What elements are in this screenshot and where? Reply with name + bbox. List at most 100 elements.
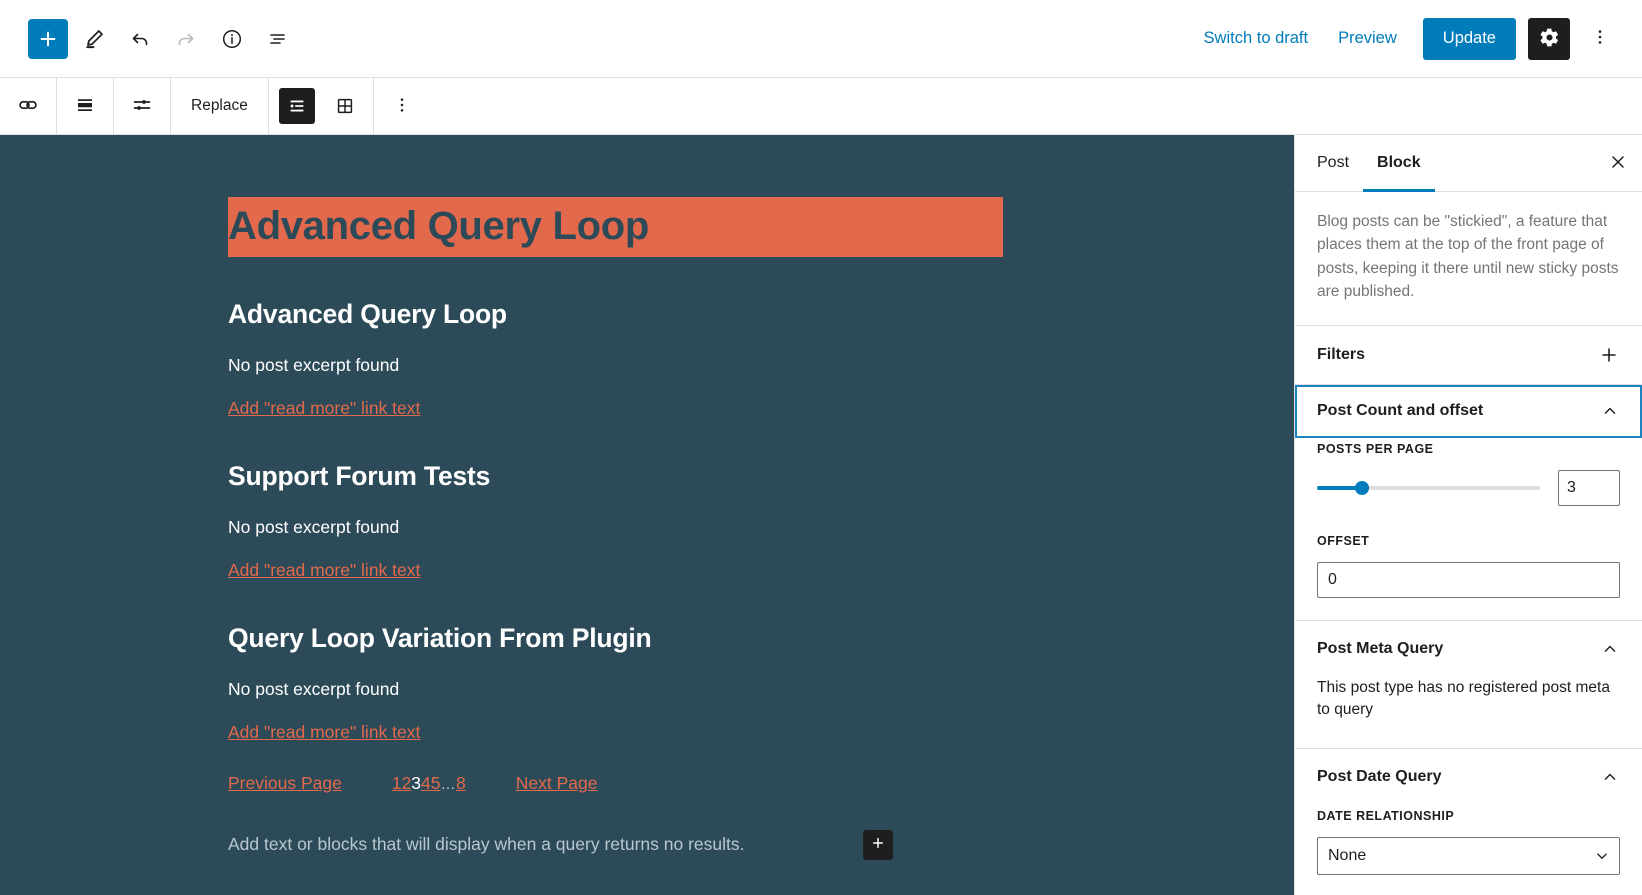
post-title-text: Advanced Query Loop [228,204,650,248]
posts-per-page-label: POSTS PER PAGE [1317,442,1434,456]
post-item-excerpt: No post excerpt found [228,355,400,376]
alignment-group [57,78,114,134]
tab-post[interactable]: Post [1303,135,1363,191]
tools-pencil-button[interactable] [74,19,114,59]
sticky-posts-help-text: Blog posts can be "stickied", a feature … [1295,192,1642,326]
sidebar-tabs: Post Block [1295,135,1642,192]
post-item-title[interactable]: Advanced Query Loop [228,299,1254,329]
list-layout-button[interactable] [273,78,321,134]
panel-filters-title: Filters [1317,346,1366,363]
list-view-icon [266,27,290,51]
query-pagination: Previous Page 1 2 3 4 5 … 8 Next Page [228,773,1254,794]
align-icon [73,93,97,120]
posts-per-page-row [1317,470,1620,506]
pagination-page-current: 3 [411,772,422,793]
post-title[interactable]: Advanced Query Loop [228,197,1003,257]
editor-options-button[interactable] [1580,19,1620,59]
panel-post-meta-query: Post Meta Query This post type has no re… [1295,621,1642,749]
post-item-title[interactable]: Query Loop Variation From Plugin [228,623,1254,653]
query-loop-item: Support Forum Tests No post excerpt foun… [228,461,1254,581]
read-more-link[interactable]: Add "read more" link text [228,560,420,581]
document-details-button[interactable] [212,19,252,59]
switch-to-draft-button[interactable]: Switch to draft [1192,21,1321,56]
align-button[interactable] [61,78,109,134]
pagination-ellipsis: … [440,775,456,793]
replace-button[interactable]: Replace [175,78,264,134]
query-loop-block-icon [15,92,41,121]
chevron-up-icon [1600,639,1620,659]
chevron-up-icon [1600,401,1620,421]
posts-per-page-slider[interactable] [1317,481,1540,495]
editor-canvas[interactable]: Advanced Query Loop Advanced Query Loop … [0,135,1294,895]
undo-button[interactable] [120,19,160,59]
tab-block[interactable]: Block [1363,135,1435,192]
close-sidebar-button[interactable] [1594,135,1642,191]
close-x-icon [1608,152,1628,175]
query-loop-item: Query Loop Variation From Plugin No post… [228,623,1254,743]
post-item-excerpt: No post excerpt found [228,679,400,700]
pagination-page-last[interactable]: 8 [456,773,466,794]
post-content: Advanced Query Loop Advanced Query Loop … [0,197,1294,860]
query-loop-item: Advanced Query Loop No post excerpt foun… [228,299,1254,419]
redo-arrow-icon [174,27,198,51]
block-more-group [374,78,430,134]
panel-post-count-header[interactable]: Post Count and offset [1295,385,1642,437]
block-options-button[interactable] [378,78,426,134]
gear-icon [1539,27,1560,51]
undo-arrow-icon [128,27,152,51]
pagination-numbers: 1 2 3 4 5 … 8 [392,773,466,794]
panel-post-meta-title: Post Meta Query [1317,640,1444,657]
posts-per-page-input[interactable] [1558,470,1620,506]
pagination-previous[interactable]: Previous Page [228,773,342,794]
read-more-link[interactable]: Add "read more" link text [228,722,420,743]
add-block-button[interactable] [862,829,893,860]
post-item-excerpt: No post excerpt found [228,517,400,538]
block-type-icon-button[interactable] [4,78,52,134]
panel-filters: Filters [1295,326,1642,385]
chevron-up-icon [1600,767,1620,787]
block-type-group [0,78,57,134]
info-circle-icon [220,27,244,51]
block-inserter-button[interactable] [28,18,68,59]
pagination-page-5[interactable]: 5 [431,773,441,794]
pencil-icon [83,27,106,50]
post-count-fields: POSTS PER PAGE OFFSET [1295,438,1642,621]
block-toolbar: Replace [0,78,1642,135]
panel-post-count-and-offset: Post Count and offset [1295,385,1642,438]
pagination-next[interactable]: Next Page [516,773,598,794]
date-relationship-select[interactable]: None [1317,836,1620,875]
kebab-menu-icon [392,95,412,118]
no-results-placeholder[interactable]: Add text or blocks that will display whe… [228,834,745,855]
panel-filters-header[interactable]: Filters [1295,326,1642,384]
replace-group: Replace [171,78,269,134]
top-bar-right-actions: Switch to draft Preview Update [1192,17,1642,60]
slider-thumb[interactable] [1354,481,1369,495]
plus-icon [37,28,59,50]
post-item-title[interactable]: Support Forum Tests [228,461,1254,491]
grid-layout-button[interactable] [321,78,369,134]
pagination-page-1[interactable]: 1 [392,773,402,794]
plus-icon [1598,344,1620,366]
layout-view-group [269,78,374,134]
panel-post-meta-header[interactable]: Post Meta Query [1295,621,1642,677]
settings-sidebar-toggle[interactable] [1528,17,1570,60]
display-settings-button[interactable] [118,78,166,134]
grid-layout-icon [327,88,363,124]
display-settings-icon [130,93,154,120]
post-date-fields: DATE RELATIONSHIP None [1295,805,1642,895]
no-results-row: Add text or blocks that will display whe… [228,829,1254,860]
settings-sidebar: Post Block Blog posts can be "stickied",… [1294,135,1642,895]
offset-input[interactable] [1317,562,1620,598]
read-more-link[interactable]: Add "read more" link text [228,398,420,419]
sidebar-scroll-area[interactable]: Blog posts can be "stickied", a feature … [1295,192,1642,895]
plus-icon [870,835,886,854]
redo-button[interactable] [166,19,206,59]
list-view-button[interactable] [258,19,298,59]
update-button[interactable]: Update [1422,17,1516,60]
panel-post-date-header[interactable]: Post Date Query [1295,749,1642,805]
preview-button[interactable]: Preview [1326,21,1409,56]
post-meta-note: This post type has no registered post me… [1317,679,1610,719]
panel-post-date-query: Post Date Query DATE RELATIONSHIP None [1295,749,1642,895]
pagination-page-2[interactable]: 2 [402,773,412,794]
pagination-page-4[interactable]: 4 [421,773,431,794]
